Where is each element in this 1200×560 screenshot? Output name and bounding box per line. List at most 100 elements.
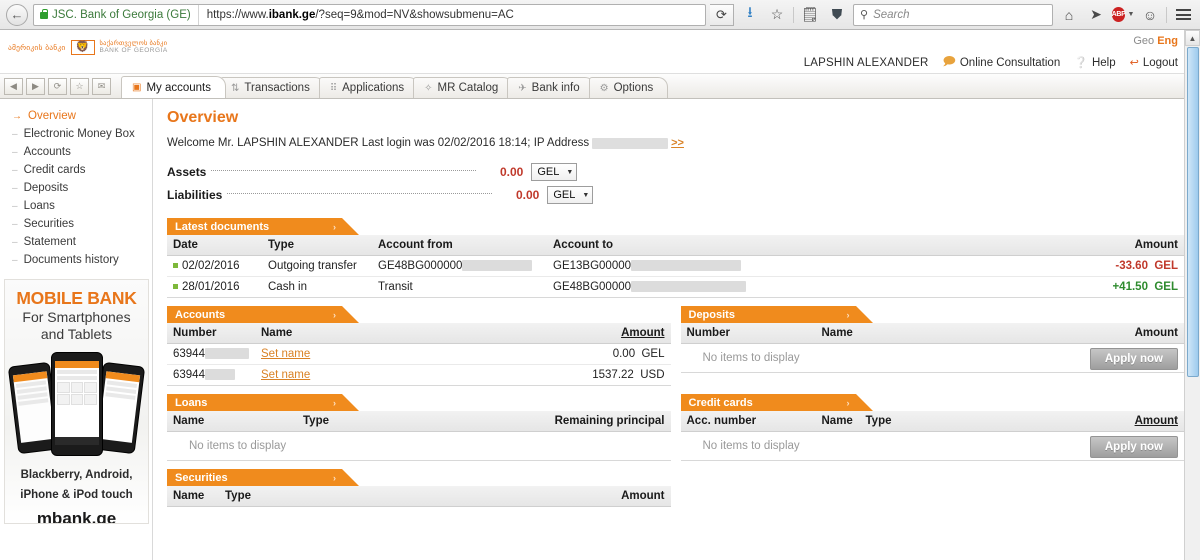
sidebar-item-electronic-money-box[interactable]: – Electronic Money Box (0, 125, 152, 143)
securities-panel: Securities › Name Type Amount (167, 469, 671, 507)
favorite-star-icon[interactable]: ☆ (70, 78, 89, 95)
next-arrow-icon[interactable]: ▶ (26, 78, 45, 95)
browser-back-button[interactable]: ← (6, 3, 28, 26)
tab-mr-catalog[interactable]: ✧ MR Catalog (413, 77, 514, 98)
dash-icon: – (12, 201, 18, 212)
securities-table: Name Type Amount (167, 486, 671, 507)
chevron-right-icon: › (333, 472, 336, 483)
table-header-row: Number Name Amount (680, 323, 1184, 344)
prev-arrow-icon[interactable]: ◀ (4, 78, 23, 95)
tab-options-label: Options (613, 82, 654, 94)
total-row-liabilities: Liabilities 0.00 GEL ▼ (167, 186, 1200, 204)
logout-icon: ↩ (1129, 57, 1139, 69)
cell-amount: +41.50 GEL (1074, 276, 1184, 298)
tab-my-accounts[interactable]: ▣ My accounts (121, 76, 227, 98)
promo-platforms-line1: Blackberry, Android, (20, 469, 133, 482)
accounts-tab[interactable]: Accounts › (167, 306, 359, 323)
deposits-tab[interactable]: Deposits › (680, 306, 873, 323)
table-row[interactable]: 28/01/2016 Cash in Transit GE48BG00000 +… (167, 276, 1184, 298)
tab-applications[interactable]: ⠿ Applications (318, 77, 420, 98)
sidebar-item-loans[interactable]: – Loans (0, 197, 152, 215)
reload-button[interactable]: ⟳ (710, 3, 734, 26)
assets-currency-select[interactable]: GEL ▼ (531, 163, 578, 181)
dash-icon: – (12, 147, 18, 158)
table-row[interactable]: 63944 Set name 0.00 GEL (167, 343, 671, 365)
set-name-link[interactable]: Set name (261, 369, 310, 381)
sidebar-item-securities[interactable]: – Securities (0, 215, 152, 233)
sidebar-item-documents-history[interactable]: – Documents history (0, 251, 152, 269)
securities-tab[interactable]: Securities › (167, 469, 359, 486)
deposits-apply-now-button[interactable]: Apply now (1089, 348, 1178, 370)
tab-options[interactable]: ⚙ Options (588, 77, 669, 98)
redacted-ip-address (592, 137, 669, 149)
language-switcher[interactable]: Geo Eng (1133, 35, 1178, 47)
home-icon[interactable]: ⌂ (1058, 4, 1080, 26)
loans-tab[interactable]: Loans › (167, 394, 359, 411)
phone-app-grid (57, 382, 97, 406)
logout-link[interactable]: ↩ Logout (1129, 56, 1178, 70)
table-row[interactable]: 02/02/2016 Outgoing transfer GE48BG00000… (167, 255, 1184, 277)
online-consultation-link[interactable]: 🗩 Online Consultation (943, 52, 1061, 73)
tab-bank-info[interactable]: ✈ Bank info (507, 77, 595, 98)
refresh-icon[interactable]: ⟳ (48, 78, 67, 95)
chevron-right-icon: › (333, 221, 336, 232)
sidebar-item-statement[interactable]: – Statement (0, 233, 152, 251)
sidebar-item-credit-cards[interactable]: – Credit cards (0, 161, 152, 179)
welcome-more-link[interactable]: >> (671, 137, 684, 149)
scroll-up-arrow-icon[interactable]: ▲ (1185, 30, 1200, 46)
chevron-right-icon: › (846, 397, 850, 408)
mobile-bank-promo-banner[interactable]: MOBILE BANK For Smartphones and Tablets (4, 279, 149, 524)
phone-row (18, 398, 49, 407)
latest-documents-tab[interactable]: Latest documents › (167, 218, 359, 235)
amount-value: 1537.22 (592, 369, 634, 381)
download-icon[interactable]: ⭳ (739, 4, 761, 26)
dash-icon: – (12, 255, 18, 266)
panels-row-2: Loans › Name Type Remaining principal No… (167, 394, 1200, 461)
table-row[interactable]: 63944 Set name 1537.22 USD (167, 364, 671, 386)
sidebar-item-overview[interactable]: → Overview (0, 107, 152, 125)
pocket-icon[interactable]: ⛊ (826, 4, 848, 26)
adblock-icon[interactable]: ABP ▼ (1111, 4, 1134, 26)
amount-value: 0.00 (612, 348, 636, 360)
page-scrollbar[interactable]: ▲ (1184, 30, 1200, 560)
menu-icon[interactable] (1172, 4, 1194, 26)
logo-line2: BANK OF GEORGIA (99, 46, 168, 54)
cell-date: 02/02/2016 (167, 255, 262, 277)
lang-eng[interactable]: Eng (1157, 35, 1178, 47)
search-placeholder: Search (873, 8, 910, 21)
phone-screen (98, 371, 141, 444)
search-input[interactable]: ⚲ Search (853, 3, 1053, 26)
user-actions: LAPSHIN ALEXANDER 🗩 Online Consultation … (804, 52, 1178, 73)
tab-transactions-label: Transactions (244, 82, 310, 94)
site-identity[interactable]: JSC. Bank of Georgia (GE) (34, 4, 199, 25)
bookmark-star-icon[interactable]: ☆ (766, 4, 788, 26)
credit-cards-apply-now-button[interactable]: Apply now (1089, 436, 1178, 458)
smiley-icon[interactable]: ☺ (1139, 4, 1161, 26)
mail-icon[interactable]: ✉ (92, 78, 111, 95)
reading-list-icon[interactable]: 🗒 (799, 4, 821, 26)
set-name-link[interactable]: Set name (261, 348, 310, 360)
adblock-badge: ABP (1111, 7, 1126, 22)
sidebar-item-accounts[interactable]: – Accounts (0, 143, 152, 161)
amount-value: +41.50 (1112, 281, 1148, 293)
credit-cards-tab[interactable]: Credit cards › (680, 394, 873, 411)
logout-label: Logout (1142, 56, 1178, 69)
cell-type: Cash in (262, 276, 372, 298)
scrollbar-thumb[interactable] (1187, 47, 1199, 377)
tab-transactions[interactable]: ⇅ Transactions (220, 77, 325, 98)
chevron-down-icon: ▼ (566, 168, 574, 176)
liabilities-currency-select[interactable]: GEL ▼ (547, 186, 594, 204)
logo-georgian-text: ამერიკის ბანკი (8, 43, 66, 52)
chevron-right-icon: › (846, 309, 850, 320)
send-tab-icon[interactable]: ➤ (1085, 4, 1107, 26)
help-link[interactable]: ❔ Help (1074, 56, 1115, 70)
address-bar[interactable]: JSC. Bank of Georgia (GE) https://www.ib… (33, 3, 706, 26)
bank-header: Geo Eng ამერიკის ბანკი 🦁 საქართველოს ბან… (0, 30, 1200, 74)
redacted-account-to (631, 260, 742, 272)
phone-screen (55, 361, 99, 446)
lang-geo[interactable]: Geo (1133, 35, 1154, 47)
cell-account-from: GE48BG000000 (372, 255, 547, 277)
url-domain: ibank.ge (268, 8, 316, 21)
lock-icon (40, 9, 48, 19)
sidebar-item-deposits[interactable]: – Deposits (0, 179, 152, 197)
